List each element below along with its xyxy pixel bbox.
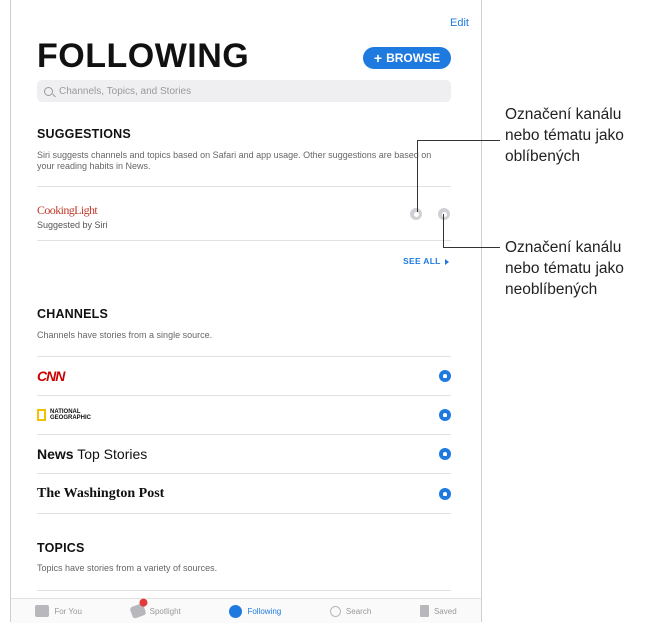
channel-row-news-top-stories[interactable]: News Top Stories (37, 435, 451, 473)
callout-line (417, 140, 418, 212)
callout-text: oblíbených (505, 148, 580, 165)
channels-description: Channels have stories from a single sour… (37, 330, 213, 340)
suggestions-heading: SUGGESTIONS (37, 127, 131, 141)
for-you-icon (35, 605, 50, 617)
callout-line (443, 214, 444, 247)
tab-for-you[interactable]: For You (35, 605, 82, 617)
divider (37, 473, 451, 474)
browse-label: BROWSE (386, 51, 441, 65)
see-all-label: SEE ALL (403, 256, 441, 266)
callout-text: Označení kanálu (505, 106, 622, 123)
search-placeholder: Channels, Topics, and Stories (59, 85, 192, 97)
following-icon (229, 604, 243, 618)
page-title: FOLLOWING (37, 37, 250, 75)
tab-bar: For You Spotlight Following Search Saved (11, 598, 481, 623)
edit-button[interactable]: Edit (450, 17, 469, 29)
tab-label: Saved (433, 606, 457, 616)
channels-heading: CHANNELS (37, 307, 109, 321)
tab-label: Following (247, 606, 282, 616)
callout-favorite: Označení kanálu nebo tématu jako oblíben… (505, 104, 624, 167)
tab-search[interactable]: Search (329, 605, 372, 617)
notification-bell-icon[interactable] (439, 448, 451, 460)
divider (37, 240, 451, 241)
callout-line (443, 247, 500, 248)
natgeo-line2: GEOGRAPHIC (50, 415, 92, 421)
notification-bell-icon[interactable] (439, 488, 451, 500)
tab-label: For You (54, 606, 82, 616)
spotlight-icon (128, 602, 147, 620)
national-geographic-logo: NATIONAL GEOGRAPHIC (37, 409, 91, 421)
saved-icon (419, 605, 429, 617)
topics-heading: TOPICS (37, 541, 85, 555)
tab-label: Search (345, 606, 372, 616)
divider (37, 513, 451, 514)
channel-row-national-geographic[interactable]: NATIONAL GEOGRAPHIC (37, 396, 451, 434)
plus-icon: + (373, 50, 383, 66)
search-input[interactable]: Channels, Topics, and Stories (37, 80, 451, 102)
suggested-by-siri: Suggested by Siri (37, 220, 108, 230)
callout-line (417, 140, 500, 141)
favorite-toggle-icon[interactable] (410, 208, 422, 220)
tab-spotlight[interactable]: Spotlight (128, 602, 181, 620)
notification-bell-icon[interactable] (439, 409, 451, 421)
callout-text: nebo tématu jako (505, 260, 624, 277)
tab-saved[interactable]: Saved (419, 605, 457, 617)
ipad-screen: Edit FOLLOWING + BROWSE Channels, Topics… (10, 0, 482, 623)
news-label-bold: News (37, 446, 74, 462)
natgeo-frame-icon (37, 409, 46, 421)
callout-unfavorite: Označení kanálu nebo tématu jako neoblíb… (505, 237, 624, 300)
callout-text: neoblíbených (505, 281, 598, 298)
search-icon (44, 86, 53, 96)
divider (37, 590, 451, 591)
cnn-logo: CNN (37, 368, 65, 384)
callout-text: Označení kanálu (505, 239, 622, 256)
tab-following[interactable]: Following (229, 604, 282, 618)
suggested-channel-logo[interactable]: CookingLight (37, 203, 98, 218)
tab-label: Spotlight (149, 606, 181, 616)
news-top-stories-label: News Top Stories (37, 446, 147, 462)
washington-post-logo: The Washington Post (37, 486, 165, 501)
channel-row-washington-post[interactable]: The Washington Post (37, 475, 451, 513)
divider (37, 186, 451, 187)
callout-text: nebo tématu jako (505, 127, 624, 144)
chevron-right-icon (444, 258, 449, 265)
search-icon (329, 605, 341, 617)
news-label-rest: Top Stories (73, 446, 148, 462)
channel-row-cnn[interactable]: CNN (37, 357, 451, 395)
topics-description: Topics have stories from a variety of so… (37, 563, 218, 573)
see-all-link[interactable]: SEE ALL (403, 256, 449, 266)
browse-button[interactable]: + BROWSE (363, 47, 451, 69)
suggestions-description: Siri suggests channels and topics based … (37, 150, 432, 171)
notification-bell-icon[interactable] (439, 370, 451, 382)
unfavorite-toggle-icon[interactable] (438, 208, 450, 220)
